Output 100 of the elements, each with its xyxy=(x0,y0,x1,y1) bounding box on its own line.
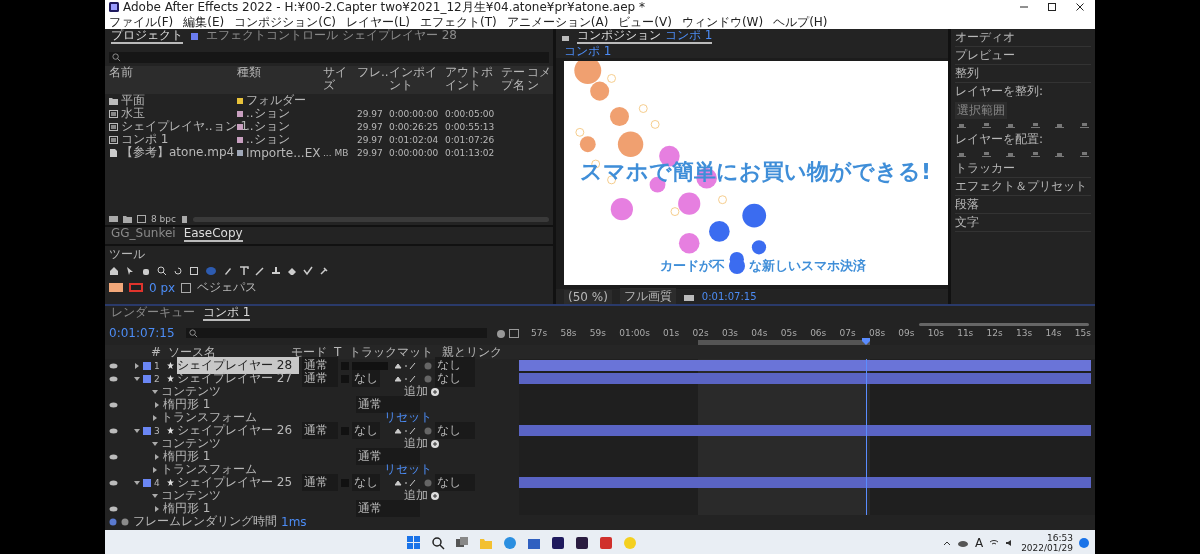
visibility-eye-icon[interactable] xyxy=(109,427,118,434)
track-matte-dropdown[interactable]: なし xyxy=(352,474,380,491)
add-icon[interactable] xyxy=(431,387,439,396)
current-time[interactable]: 0:01:07:15 xyxy=(109,326,183,340)
new-composition-icon[interactable] xyxy=(137,215,146,223)
item-name[interactable]: 【参考】atone.mp4 xyxy=(121,144,235,161)
align-icon[interactable] xyxy=(1030,121,1040,129)
panel-header[interactable]: 段落 xyxy=(955,196,1091,214)
zoom-tool-icon[interactable] xyxy=(157,265,167,276)
align-icon[interactable] xyxy=(1079,121,1089,129)
column-header[interactable]: 種類 xyxy=(237,66,323,94)
column-header[interactable]: サイズ xyxy=(323,66,357,94)
column-header[interactable]: 名前 xyxy=(105,66,237,94)
magnification-dropdown[interactable]: (50 %) xyxy=(564,289,612,304)
caret-icon[interactable] xyxy=(134,375,140,382)
pin-tool-icon[interactable] xyxy=(319,265,329,276)
column-header[interactable]: インポイント xyxy=(389,66,445,94)
add-icon[interactable] xyxy=(431,491,439,500)
layer-label-icon[interactable] xyxy=(143,478,151,487)
visibility-eye-icon[interactable] xyxy=(109,505,118,512)
home-icon[interactable] xyxy=(109,265,119,276)
caret-icon[interactable] xyxy=(134,362,140,369)
clock[interactable]: 16:53 2022/01/29 xyxy=(1021,533,1073,553)
parent-dropdown[interactable]: なし xyxy=(435,474,475,491)
column-header[interactable]: アウトポイント xyxy=(445,66,501,94)
align-icon[interactable] xyxy=(1006,121,1016,129)
brush-tool-icon[interactable] xyxy=(255,265,265,276)
panel-header[interactable]: 整列 xyxy=(955,65,1091,83)
menu-item[interactable]: ヘルプ(H) xyxy=(773,14,828,29)
app-icon[interactable] xyxy=(551,536,565,550)
panel-tab[interactable]: GG_Sunkei xyxy=(111,227,176,242)
panel-header[interactable]: プレビュー xyxy=(955,47,1091,65)
new-folder-icon[interactable] xyxy=(123,215,132,223)
blend-mode-dropdown[interactable]: 通常 xyxy=(356,500,420,517)
menu-item[interactable]: アニメーション(A) xyxy=(506,14,609,29)
anchor-tool-icon[interactable] xyxy=(189,265,199,276)
align-dropdown[interactable]: 選択範囲 xyxy=(955,102,1007,119)
current-time[interactable]: 0:01:07:15 xyxy=(701,291,757,302)
align-icon[interactable] xyxy=(1006,150,1016,158)
cloud-icon[interactable] xyxy=(956,539,969,547)
fill-swatch-icon[interactable] xyxy=(109,283,123,292)
align-icon[interactable] xyxy=(1079,150,1089,158)
parent-dropdown[interactable]: なし xyxy=(435,370,475,387)
input-method-indicator[interactable]: A xyxy=(974,536,984,550)
align-icon[interactable] xyxy=(1055,150,1065,158)
track-matte-dropdown[interactable]: なし xyxy=(352,422,380,439)
eraser-tool-icon[interactable] xyxy=(287,265,297,276)
ellipse-tool-icon[interactable] xyxy=(205,265,217,276)
chevron-up-icon[interactable] xyxy=(942,539,951,547)
app-icon[interactable] xyxy=(575,536,589,550)
align-icon[interactable] xyxy=(1030,150,1040,158)
mode-dropdown[interactable]: 通常 xyxy=(302,422,338,439)
menu-item[interactable]: コンポジション(C) xyxy=(234,14,336,29)
menu-item[interactable]: ウィンドウ(W) xyxy=(681,14,764,29)
align-icon[interactable] xyxy=(957,121,966,129)
panel-tab[interactable]: プロジェクト xyxy=(111,29,183,44)
notification-icon[interactable] xyxy=(1079,538,1089,548)
track-matte-dropdown[interactable]: なし xyxy=(352,370,380,387)
layer-label-icon[interactable] xyxy=(143,426,151,435)
align-icon[interactable] xyxy=(981,121,991,129)
bezier-checkbox[interactable] xyxy=(181,282,192,293)
layer-name[interactable]: シェイプレイヤー 25 xyxy=(177,474,299,491)
minimize-icon[interactable] xyxy=(1019,3,1029,11)
parent-dropdown[interactable]: なし xyxy=(435,422,475,439)
blend-mode-dropdown[interactable]: 通常 xyxy=(356,396,420,413)
panel-tab[interactable]: コンポ 1 xyxy=(203,306,251,321)
panel-header[interactable]: エフェクト＆プリセット xyxy=(955,178,1091,196)
menu-item[interactable]: ファイル(F) xyxy=(109,14,174,29)
roto-brush-icon[interactable] xyxy=(303,265,313,276)
panel-header[interactable]: トラッカー xyxy=(955,160,1091,178)
column-header[interactable]: コメン xyxy=(527,66,553,94)
visibility-eye-icon[interactable] xyxy=(109,453,118,460)
motion-blur-icon[interactable] xyxy=(496,328,506,338)
pick-whip-icon[interactable] xyxy=(424,478,432,487)
align-icon[interactable] xyxy=(1055,121,1065,129)
caret-icon[interactable] xyxy=(134,427,140,434)
layer-name[interactable]: シェイプレイヤー 28 xyxy=(177,357,299,374)
rotate-tool-icon[interactable] xyxy=(173,265,183,276)
menu-item[interactable]: ビュー(V) xyxy=(618,14,672,29)
blend-mode-dropdown[interactable]: 通常 xyxy=(356,448,420,465)
wifi-icon[interactable] xyxy=(989,539,1000,547)
selection-tool-icon[interactable] xyxy=(125,265,135,276)
stamp-tool-icon[interactable] xyxy=(271,265,281,276)
panel-tab[interactable]: コンポジション コンポ 1 xyxy=(577,29,713,44)
browser-icon[interactable] xyxy=(503,536,517,550)
panel-tab[interactable]: エフェクトコントロール シェイプレイヤー 28 xyxy=(206,29,457,44)
search-field[interactable] xyxy=(186,328,487,338)
scrollbar[interactable] xyxy=(192,216,549,222)
panel-header[interactable]: オーディオ xyxy=(955,29,1091,47)
layer-name[interactable]: シェイプレイヤー 26 xyxy=(177,422,299,439)
column-header[interactable]: テープ名 xyxy=(501,66,527,94)
close-icon[interactable] xyxy=(1075,3,1085,11)
caret-icon[interactable] xyxy=(134,479,140,486)
time-ruler[interactable]: 57s 58s 59s 01:00s 01s 02s 03s 04s 05s 06s 07s 08s 09s 10s 11s 12s 13s 14s 15s xyxy=(519,327,1095,338)
start-icon[interactable] xyxy=(407,536,421,550)
panel-header[interactable]: 文字 xyxy=(955,214,1091,232)
pick-whip-icon[interactable] xyxy=(424,426,432,435)
menu-item[interactable]: 編集(E) xyxy=(183,14,225,29)
column-header[interactable]: フレ.. xyxy=(357,66,389,94)
panel-tab[interactable]: EaseCopy xyxy=(183,227,243,242)
